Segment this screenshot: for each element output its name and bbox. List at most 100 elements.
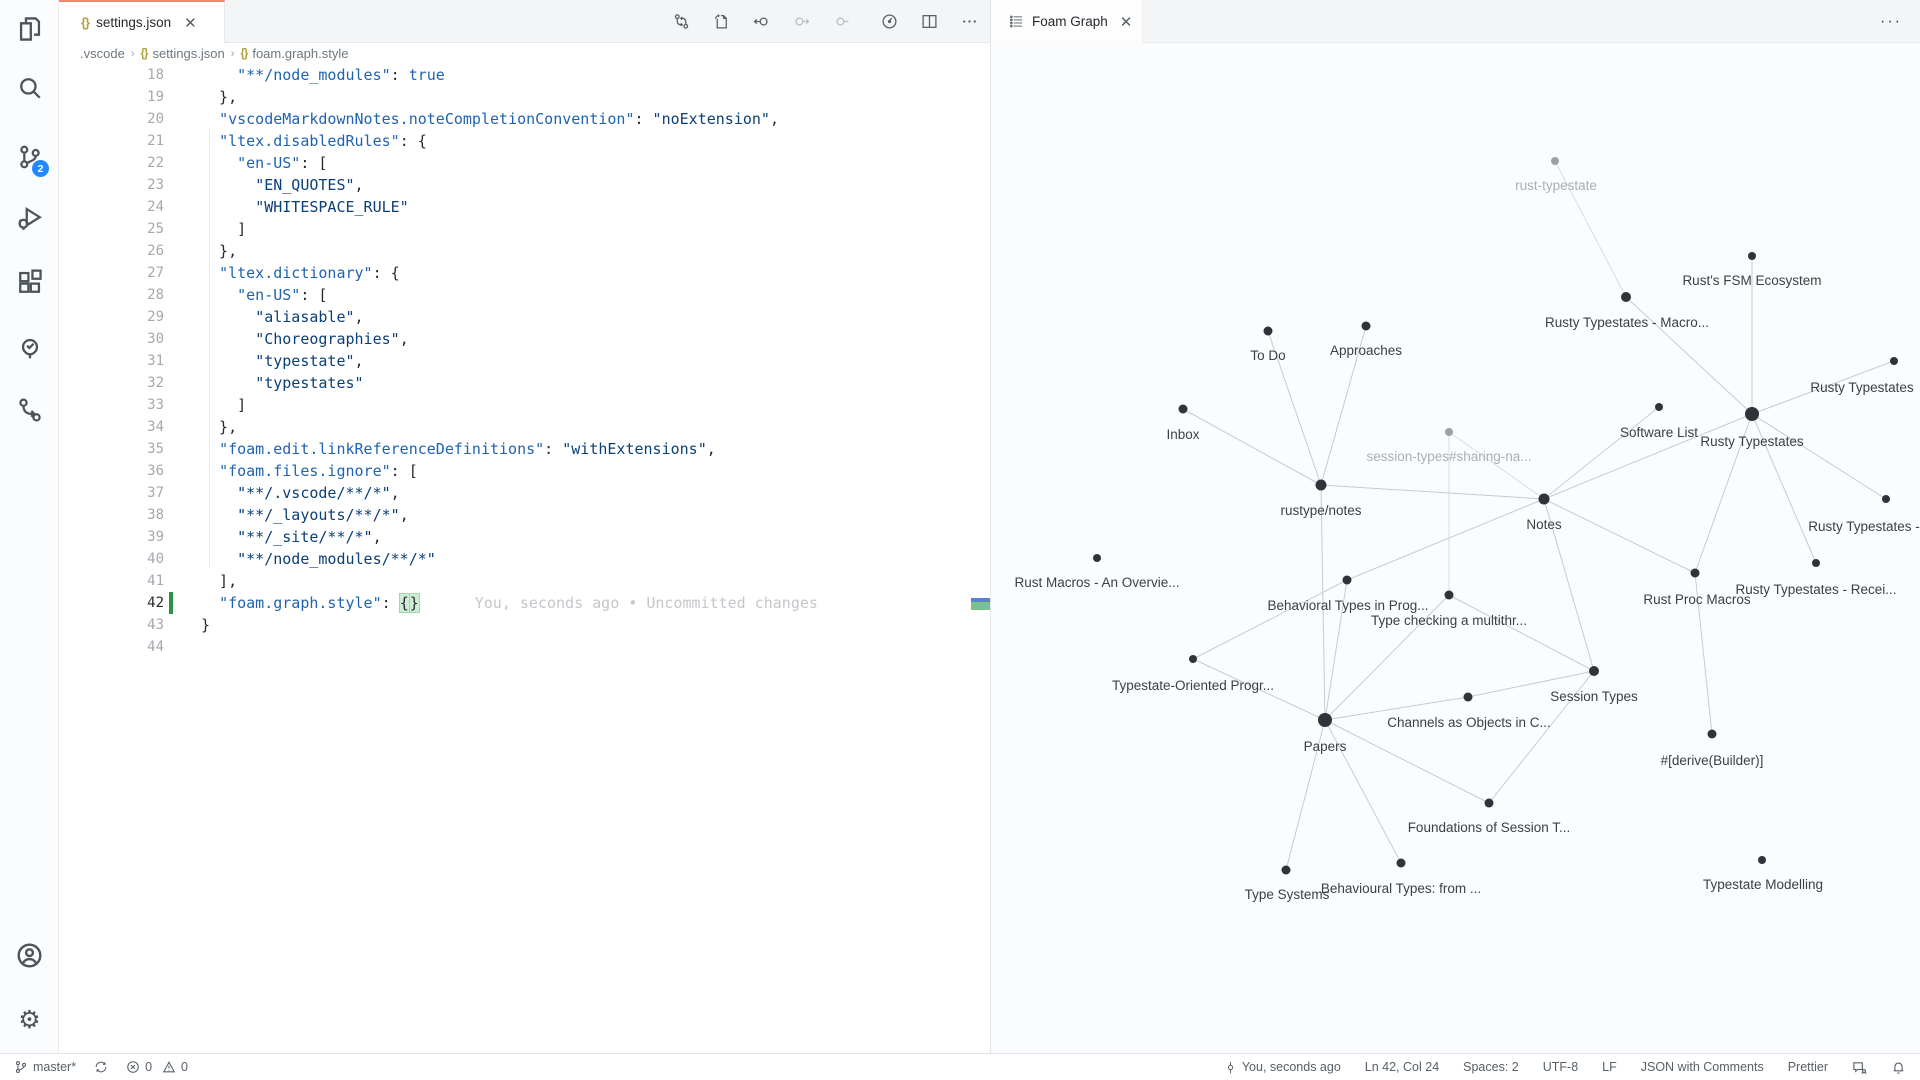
code-line[interactable]: 19 }, <box>59 86 990 108</box>
graph-node-rust-proc[interactable] <box>1691 569 1700 578</box>
code-text: }, <box>201 416 237 438</box>
graph-node-foundations[interactable] <box>1485 799 1494 808</box>
graph-node-type-checking[interactable] <box>1445 591 1454 600</box>
graph-node-inbox[interactable] <box>1179 405 1188 414</box>
code-line[interactable]: 29 "aliasable", <box>59 306 990 328</box>
code-line[interactable]: 27 "ltex.dictionary": { <box>59 262 990 284</box>
next-change-icon[interactable] <box>786 7 816 37</box>
code-line[interactable]: 31 "typestate", <box>59 350 990 372</box>
run-icon[interactable] <box>874 7 904 37</box>
problems-indicator[interactable]: 0 0 <box>126 1060 188 1074</box>
code-text: "ltex.disabledRules": { <box>201 130 427 152</box>
breadcrumb-foam-graph-style[interactable]: foam.graph.style <box>252 46 348 61</box>
code-line[interactable]: 42 "foam.graph.style": {}You, seconds ag… <box>59 592 990 614</box>
feedback-icon[interactable] <box>1852 1060 1867 1075</box>
explorer-icon[interactable] <box>0 5 59 53</box>
source-control-icon[interactable]: 2 <box>0 133 59 181</box>
eol-setting[interactable]: LF <box>1602 1060 1617 1074</box>
previous-change-icon[interactable] <box>746 7 776 37</box>
account-icon[interactable] <box>0 931 59 979</box>
foam-graph-canvas[interactable]: rust-typestateRust's FSM EcosystemRusty … <box>991 43 1920 1053</box>
git-graph-icon[interactable] <box>0 386 59 434</box>
panel-more-actions-icon[interactable]: ··· <box>1880 0 1902 43</box>
foam-graph-title: Foam Graph <box>1032 14 1108 29</box>
indentation-setting[interactable]: Spaces: 2 <box>1463 1060 1519 1074</box>
code-line[interactable]: 35 "foam.edit.linkReferenceDefinitions":… <box>59 438 990 460</box>
code-line[interactable]: 44 <box>59 636 990 658</box>
graph-node-typestate-oriented[interactable] <box>1189 655 1197 663</box>
graph-node-papers[interactable] <box>1318 713 1332 727</box>
code-line[interactable]: 38 "**/_layouts/**/*", <box>59 504 990 526</box>
code-line[interactable]: 22 "en-US": [ <box>59 152 990 174</box>
breadcrumb-vscode[interactable]: .vscode <box>80 46 125 61</box>
code-line[interactable]: 40 "**/node_modules/**/*" <box>59 548 990 570</box>
graph-node-behavioral[interactable] <box>1343 576 1352 585</box>
search-icon[interactable] <box>0 64 59 112</box>
graph-node-typestate-modelling[interactable] <box>1758 856 1766 864</box>
line-number: 34 <box>59 416 164 438</box>
graph-node-rustype[interactable] <box>1316 480 1327 491</box>
code-line[interactable]: 24 "WHITESPACE_RULE" <box>59 196 990 218</box>
graph-node-rt-hub[interactable] <box>1745 407 1759 421</box>
code-line[interactable]: 30 "Choreographies", <box>59 328 990 350</box>
tab-settings-json[interactable]: {} settings.json ✕ <box>59 0 225 43</box>
graph-node-todo[interactable] <box>1264 327 1273 336</box>
graph-node-type-systems[interactable] <box>1282 866 1291 875</box>
graph-node-session-types[interactable] <box>1445 428 1453 436</box>
code-line[interactable]: 21 "ltex.disabledRules": { <box>59 130 990 152</box>
code-line[interactable]: 39 "**/_site/**/*", <box>59 526 990 548</box>
run-debug-icon[interactable] <box>0 194 59 242</box>
graph-node-rt-macro[interactable] <box>1621 292 1631 302</box>
code-line[interactable]: 23 "EN_QUOTES", <box>59 174 990 196</box>
graph-node-rust-typestate[interactable] <box>1551 157 1559 165</box>
code-line[interactable]: 32 "typestates" <box>59 372 990 394</box>
code-line[interactable]: 18 "**/node_modules": true <box>59 64 990 86</box>
code-line[interactable]: 34 }, <box>59 416 990 438</box>
code-token: : [ <box>300 286 327 304</box>
sync-changes-button[interactable] <box>94 1060 108 1074</box>
tab-close-icon[interactable]: ✕ <box>184 14 197 32</box>
code-line[interactable]: 28 "en-US": [ <box>59 284 990 306</box>
formatter-indicator[interactable]: Prettier <box>1788 1060 1828 1074</box>
code-line[interactable]: 20 "vscodeMarkdownNotes.noteCompletionCo… <box>59 108 990 130</box>
graph-node-software[interactable] <box>1655 403 1663 411</box>
graph-node-channels[interactable] <box>1464 693 1473 702</box>
code-line[interactable]: 26 }, <box>59 240 990 262</box>
code-token: "EN_QUOTES" <box>255 176 354 194</box>
encoding-setting[interactable]: UTF-8 <box>1543 1060 1578 1074</box>
split-editor-icon[interactable] <box>914 7 944 37</box>
settings-gear-icon[interactable]: ⚙ <box>0 996 59 1044</box>
breadcrumb-settings-json[interactable]: settings.json <box>152 46 224 61</box>
language-mode[interactable]: JSON with Comments <box>1641 1060 1764 1074</box>
code-editor[interactable]: 18 "**/node_modules": true19 },20 "vscod… <box>59 64 990 1053</box>
code-token: , <box>707 440 716 458</box>
more-actions-icon[interactable] <box>954 7 984 37</box>
tab-foam-graph[interactable]: Foam Graph ✕ <box>991 0 1143 43</box>
close-icon[interactable]: ✕ <box>1120 13 1133 31</box>
graph-node-rt-recei[interactable] <box>1812 559 1820 567</box>
open-changes-icon[interactable] <box>706 7 736 37</box>
code-line[interactable]: 37 "**/.vscode/**/*", <box>59 482 990 504</box>
compare-changes-icon[interactable] <box>666 7 696 37</box>
graph-node-derive[interactable] <box>1708 730 1717 739</box>
notifications-bell-icon[interactable] <box>1891 1060 1906 1075</box>
graph-node-rt-topright[interactable] <box>1890 357 1898 365</box>
graph-node-notes[interactable] <box>1539 494 1550 505</box>
todo-tree-icon[interactable] <box>0 323 59 371</box>
code-line[interactable]: 41 ], <box>59 570 990 592</box>
extensions-icon[interactable] <box>0 258 59 306</box>
code-line[interactable]: 33 ] <box>59 394 990 416</box>
commit-info[interactable]: You, seconds ago <box>1224 1060 1341 1074</box>
graph-node-sessiontypes[interactable] <box>1589 666 1599 676</box>
graph-node-behavioural-from[interactable] <box>1397 859 1406 868</box>
branch-indicator[interactable]: master* <box>14 1060 76 1074</box>
code-line[interactable]: 25 ] <box>59 218 990 240</box>
graph-node-approaches[interactable] <box>1362 322 1371 331</box>
code-line[interactable]: 43} <box>59 614 990 636</box>
graph-node-rt-right[interactable] <box>1882 495 1890 503</box>
code-line[interactable]: 36 "foam.files.ignore": [ <box>59 460 990 482</box>
graph-node-fsm[interactable] <box>1748 252 1756 260</box>
navigate-forward-icon[interactable] <box>826 7 856 37</box>
cursor-position[interactable]: Ln 42, Col 24 <box>1365 1060 1439 1074</box>
graph-node-rust-macros[interactable] <box>1093 554 1101 562</box>
